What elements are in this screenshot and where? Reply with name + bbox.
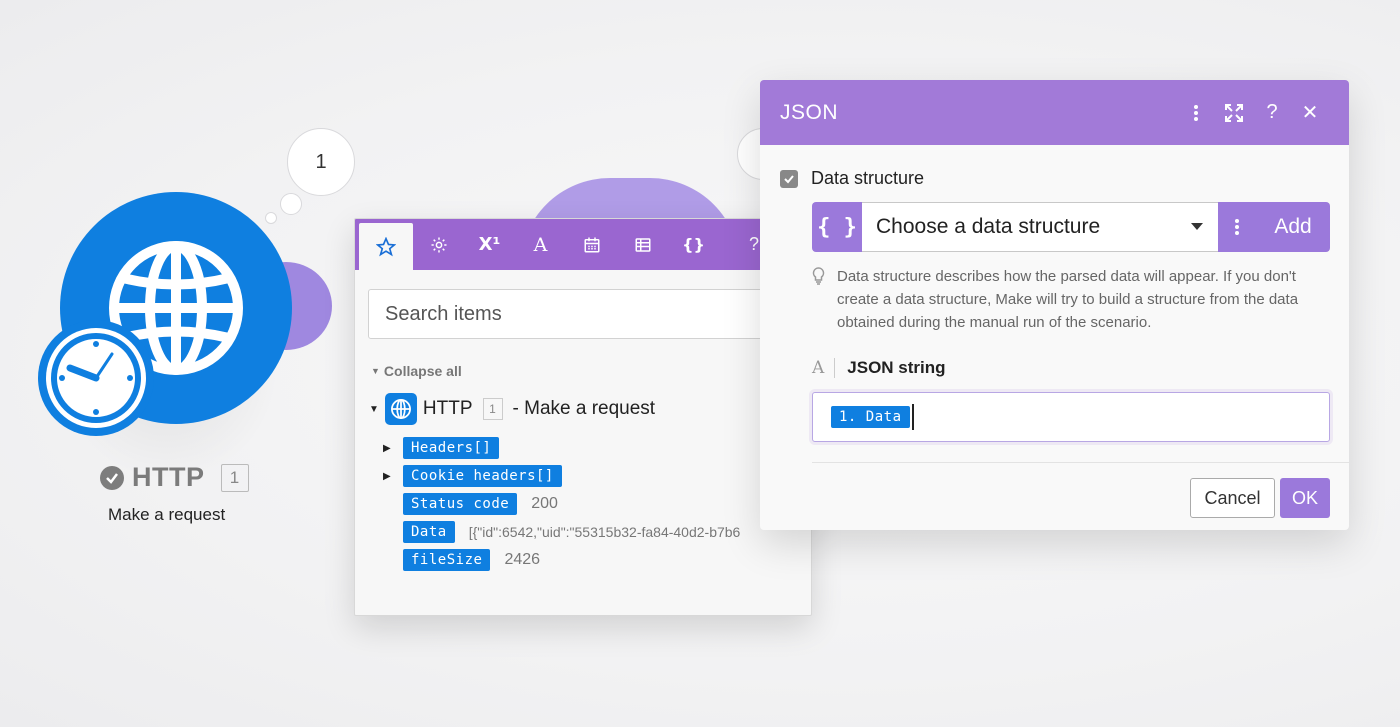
item-pill[interactable]: Status code	[403, 493, 518, 515]
item-value: [{"id":6542,"uid":"55315b32-fa84-40d2-b7…	[468, 524, 741, 540]
module-title[interactable]: HTTP 1	[100, 462, 249, 493]
tab-json-functions[interactable]: {}	[668, 219, 719, 270]
root-module-label: - Make a request	[512, 398, 656, 419]
tree-root-http[interactable]: ▼ HTTP 1 - Make a request	[369, 393, 655, 425]
json-module-settings: JSON ? ✕ Data structure { } Choose a dat…	[760, 80, 1349, 530]
check-icon	[100, 465, 124, 490]
data-structure-select-group: { } Choose a data structure Add	[812, 202, 1330, 252]
tab-favorites[interactable]	[359, 223, 413, 270]
http-module[interactable]	[38, 192, 292, 436]
help-text: Data structure describes how the parsed …	[837, 268, 1299, 331]
list-item[interactable]: Status code 200	[383, 493, 558, 515]
json-string-input[interactable]: 1. Data	[812, 392, 1330, 442]
help-row: Data structure describes how the parsed …	[812, 265, 1312, 334]
item-pill[interactable]: Headers[]	[403, 437, 500, 459]
tab-math-functions[interactable]: X¹	[464, 219, 515, 270]
data-structure-checkbox[interactable]	[780, 169, 798, 188]
item-pill[interactable]: fileSize	[403, 549, 491, 571]
clock-icon[interactable]	[38, 320, 154, 436]
globe-icon	[384, 393, 417, 425]
operation-count-bubble[interactable]: 1	[287, 128, 355, 196]
more-options-button[interactable]	[1177, 94, 1215, 132]
more-vertical-icon	[1235, 219, 1239, 235]
help-button[interactable]: ?	[1253, 94, 1291, 132]
braces-icon: { }	[817, 214, 857, 240]
mapping-tabbar: X¹ A {} ? ✕	[355, 219, 811, 270]
text-icon: A	[533, 233, 548, 256]
text-cursor	[911, 404, 914, 430]
calendar-icon	[584, 237, 599, 252]
tab-date-functions[interactable]	[566, 219, 617, 270]
braces-icon: {}	[682, 235, 705, 254]
item-value: 200	[531, 495, 558, 512]
gear-icon	[431, 237, 446, 252]
item-pill[interactable]: Data	[403, 521, 455, 543]
expand-button[interactable]	[1215, 94, 1253, 132]
chevron-down-icon	[1191, 223, 1203, 230]
tab-text-functions[interactable]: A	[515, 219, 566, 270]
item-pill[interactable]: Cookie headers[]	[403, 465, 562, 487]
superscript-icon: X¹	[478, 234, 501, 255]
ok-button[interactable]: OK	[1280, 478, 1330, 518]
caret-right-icon[interactable]: ▶	[383, 471, 395, 482]
list-item[interactable]: ▶ Cookie headers[]	[383, 465, 562, 487]
root-module-id: 1	[482, 398, 503, 420]
list-item[interactable]: ▶ Headers[]	[383, 437, 500, 459]
json-string-label-row: A JSON string	[812, 358, 946, 378]
lightbulb-icon	[812, 267, 825, 334]
list-item[interactable]: fileSize 2426	[383, 549, 540, 571]
caret-down-icon: ▼	[371, 366, 380, 376]
mapped-item-pill[interactable]: 1. Data	[831, 406, 910, 428]
close-button[interactable]: ✕	[1291, 94, 1329, 132]
close-icon: ✕	[1301, 102, 1319, 124]
help-icon: ?	[1266, 101, 1278, 123]
data-structure-select[interactable]: Choose a data structure	[862, 202, 1218, 252]
collapse-all-button[interactable]: ▼ Collapse all	[371, 363, 462, 379]
operation-count: 1	[315, 150, 327, 173]
more-vertical-icon	[1194, 104, 1198, 121]
table-icon	[635, 237, 650, 252]
tab-spacer	[719, 219, 735, 270]
collapse-all-label: Collapse all	[383, 363, 462, 379]
data-structure-row: Data structure	[780, 168, 924, 189]
tab-array-functions[interactable]	[617, 219, 668, 270]
caret-down-icon: ▼	[369, 403, 379, 415]
json-string-label: JSON string	[847, 358, 946, 377]
text-type-icon: A	[812, 358, 836, 378]
list-item[interactable]: Data [{"id":6542,"uid":"55315b32-fa84-40…	[383, 521, 740, 543]
caret-right-icon[interactable]: ▶	[383, 443, 395, 454]
module-name: HTTP	[132, 462, 205, 492]
module-subtitle: Make a request	[108, 505, 226, 524]
star-icon	[376, 236, 396, 256]
select-value: Choose a data structure	[876, 215, 1101, 238]
tab-general-functions[interactable]	[413, 219, 464, 270]
mapping-panel: X¹ A {} ? ✕ ▼ Collapse all ▼ HTTP 1 - Ma…	[354, 218, 812, 616]
root-module-name: HTTP	[422, 398, 473, 419]
footer-divider	[812, 462, 1349, 463]
help-icon: ?	[748, 234, 759, 254]
module-id-badge: 1	[220, 463, 249, 492]
cancel-button[interactable]: Cancel	[1190, 478, 1275, 518]
search-items-input[interactable]	[368, 289, 800, 339]
dialog-title: JSON	[780, 100, 839, 124]
item-value: 2426	[504, 551, 541, 568]
expand-icon	[1225, 103, 1243, 122]
data-structure-label: Data structure	[811, 168, 925, 188]
data-structure-options-button[interactable]	[1218, 202, 1256, 252]
dialog-header: JSON ? ✕	[760, 80, 1349, 145]
add-data-structure-button[interactable]: Add	[1256, 202, 1330, 252]
